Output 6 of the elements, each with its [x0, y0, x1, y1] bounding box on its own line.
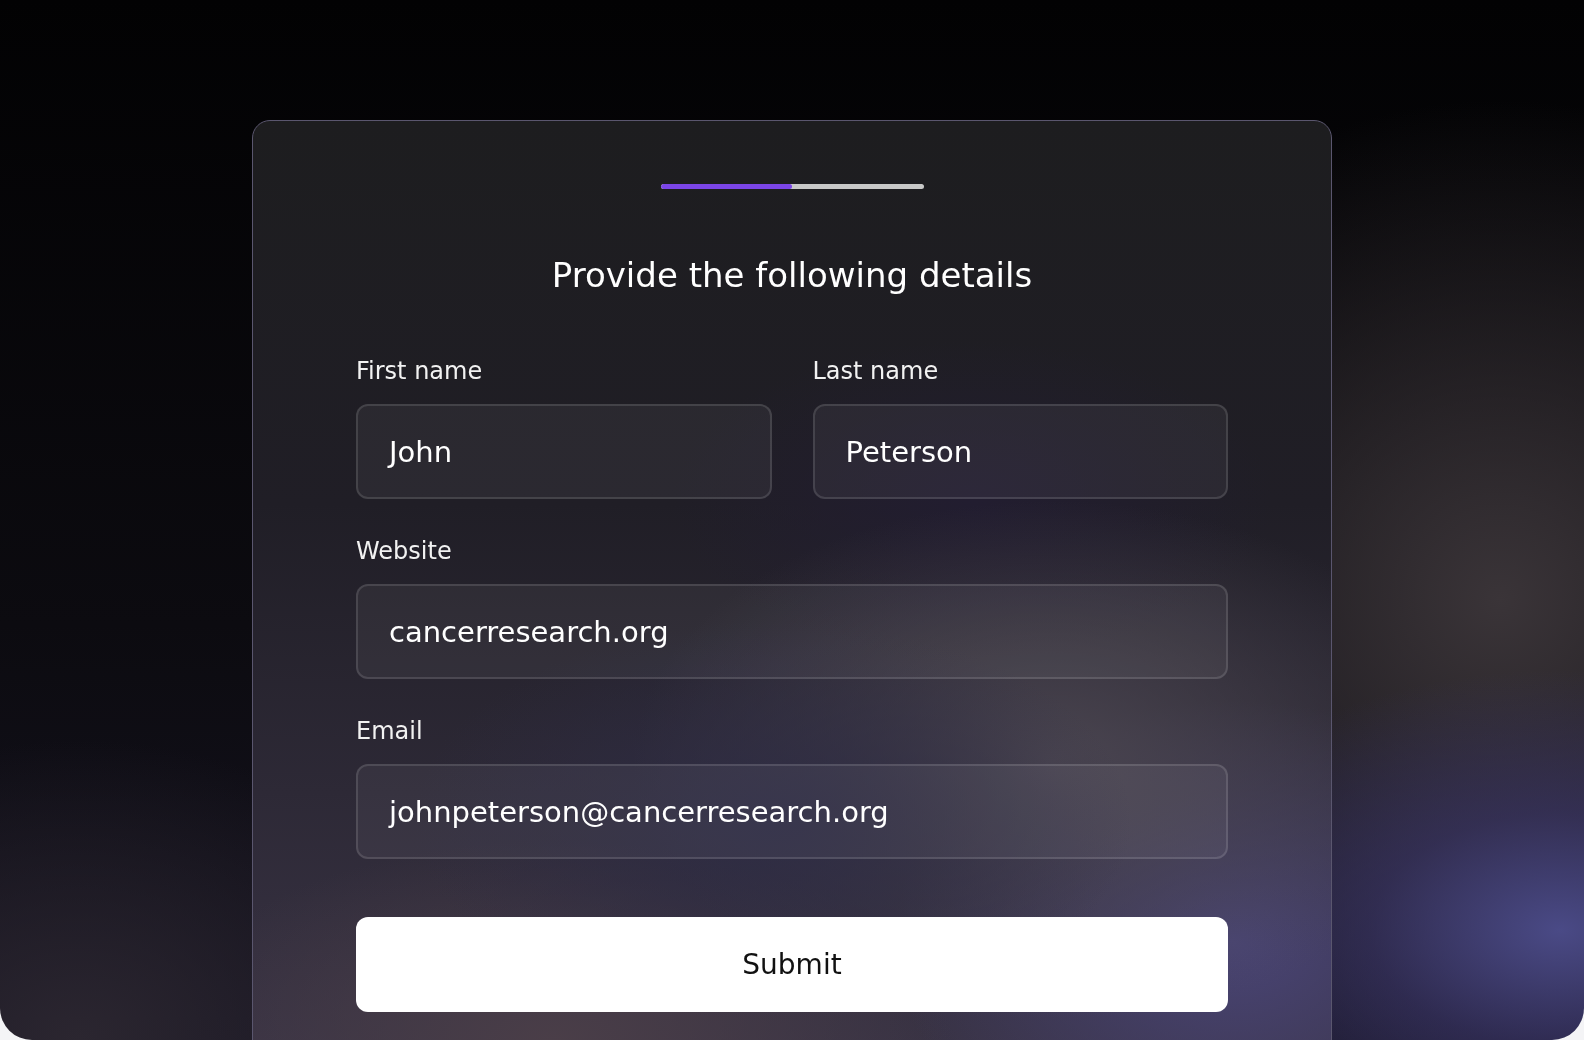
submit-button[interactable]: Submit — [356, 917, 1228, 1012]
field-label: Website — [356, 537, 453, 565]
form-title: Provide the following details — [551, 255, 1033, 295]
field-label: Email — [356, 717, 424, 745]
field-label: Last name — [812, 357, 940, 385]
field-label: First name — [356, 357, 484, 385]
